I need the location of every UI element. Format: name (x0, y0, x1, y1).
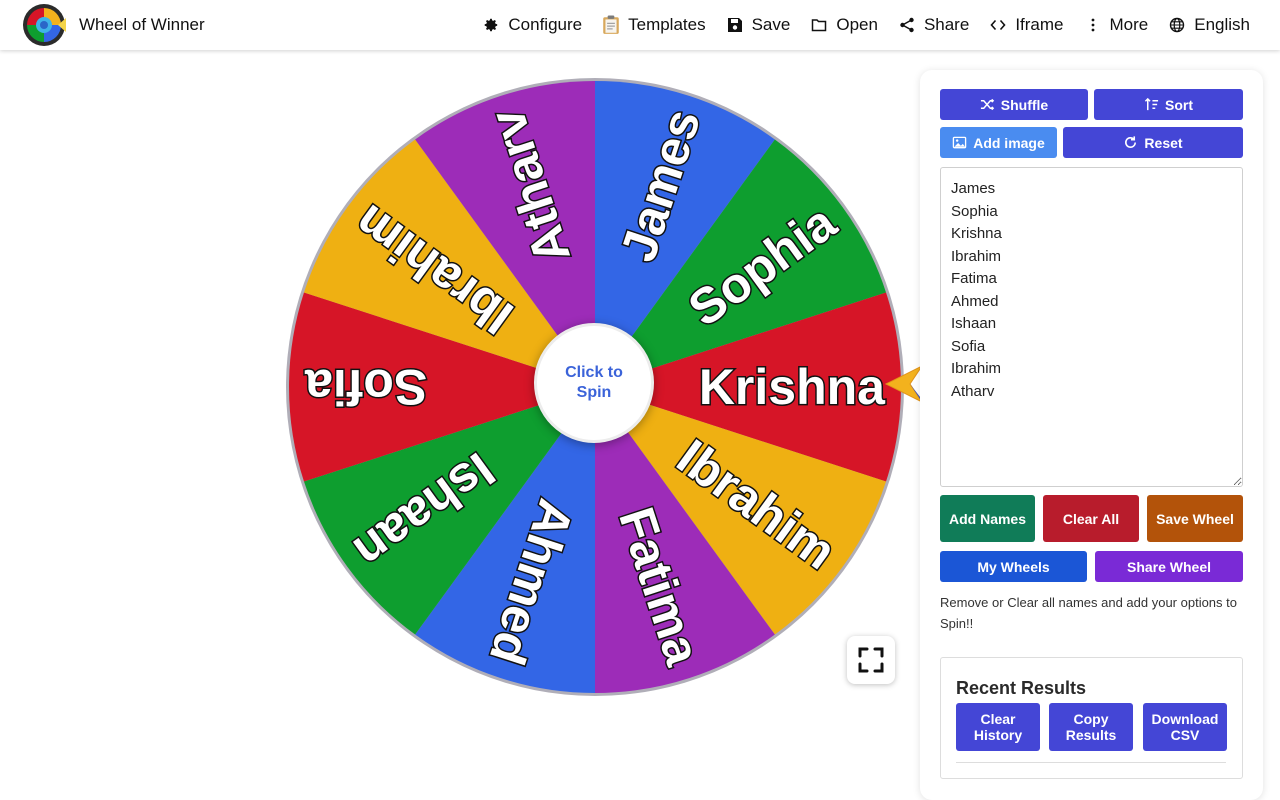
add-image-button[interactable]: Add image (940, 127, 1057, 158)
nav-save[interactable]: Save (716, 0, 801, 50)
my-wheels-button[interactable]: My Wheels (940, 551, 1087, 582)
nav-share[interactable]: Share (888, 0, 979, 50)
sort-label: Sort (1165, 96, 1193, 113)
fullscreen-button[interactable] (847, 636, 895, 684)
download-csv-button[interactable]: Download CSV (1143, 703, 1227, 751)
clear-history-button[interactable]: Clear History (956, 703, 1040, 751)
clipboard-icon (602, 15, 620, 34)
recent-results-title: Recent Results (956, 678, 1087, 698)
wheel-segment-label: Krishna (699, 359, 886, 415)
nav-iframe[interactable]: Iframe (979, 0, 1073, 50)
sort-icon (1144, 97, 1159, 112)
reset-label: Reset (1144, 134, 1183, 151)
save-wheel-button[interactable]: Save Wheel (1147, 495, 1243, 542)
wheel-segment-label: Sofia (304, 359, 427, 415)
share-wheel-button[interactable]: Share Wheel (1095, 551, 1243, 582)
download-csv-label: Download CSV (1151, 711, 1219, 743)
nav-share-label: Share (923, 15, 970, 34)
copy-results-button[interactable]: Copy Results (1049, 703, 1133, 751)
instructions-text: Remove or Clear all names and add your o… (940, 595, 1237, 631)
nav-open[interactable]: Open (800, 0, 888, 50)
nav-more[interactable]: More (1074, 0, 1159, 50)
my-wheels-label: My Wheels (977, 558, 1050, 575)
image-icon (952, 135, 967, 150)
nav-configure[interactable]: Configure (472, 0, 592, 50)
more-vertical-icon (1084, 16, 1102, 34)
clear-all-label: Clear All (1062, 510, 1120, 527)
nav-iframe-label: Iframe (1015, 15, 1064, 34)
results-divider (956, 762, 1226, 763)
nav-templates-label: Templates (628, 15, 706, 34)
share-wheel-label: Share Wheel (1126, 558, 1212, 575)
copy-results-label: Copy Results (1065, 711, 1117, 743)
spin-label-line2: Spin (576, 384, 612, 401)
logo-wheel-icon (23, 4, 66, 46)
folder-icon (810, 16, 828, 34)
names-panel: Shuffle Sort Add image Reset Add Names C… (920, 70, 1263, 800)
code-icon (989, 16, 1007, 34)
globe-icon (1168, 16, 1186, 34)
clear-all-button[interactable]: Clear All (1043, 495, 1139, 542)
clear-history-label: Clear History (973, 711, 1023, 743)
nav-language-label: English (1194, 15, 1250, 34)
shuffle-button[interactable]: Shuffle (940, 89, 1088, 120)
nav-language[interactable]: English (1158, 0, 1260, 50)
nav-more-label: More (1109, 15, 1149, 34)
names-textarea[interactable] (940, 167, 1243, 487)
recent-results-card: Recent Results Clear History Copy Result… (940, 657, 1243, 779)
logo[interactable] (20, 3, 68, 47)
reset-button[interactable]: Reset (1063, 127, 1243, 158)
click-to-spin-button[interactable]: Click to Spin (534, 323, 654, 443)
fullscreen-icon (858, 647, 884, 673)
reset-icon (1123, 135, 1138, 150)
save-wheel-label: Save Wheel (1156, 510, 1234, 527)
shuffle-label: Shuffle (1000, 96, 1049, 113)
share-icon (898, 16, 916, 34)
nav-save-label: Save (751, 15, 791, 34)
top-nav-bar: Wheel of Winner Configure Templates Save… (0, 0, 1280, 50)
nav-templates[interactable]: Templates (592, 0, 715, 50)
nav-configure-label: Configure (508, 15, 583, 34)
shuffle-icon (980, 97, 995, 112)
nav-open-label: Open (836, 15, 878, 34)
floppy-icon (726, 16, 744, 34)
spin-wheel[interactable]: James Sophia Krishna Ibrahim Fatima Ahmed Isha… (280, 72, 910, 702)
add-names-label: Add Names (948, 510, 1027, 527)
gear-icon (482, 16, 500, 34)
add-image-label: Add image (973, 134, 1045, 151)
spin-label-line1: Click to (565, 364, 623, 381)
add-names-button[interactable]: Add Names (940, 495, 1035, 542)
sort-button[interactable]: Sort (1094, 89, 1243, 120)
app-title: Wheel of Winner (79, 15, 205, 34)
nav-menu: Configure Templates Save Open Share Ifra… (472, 0, 1260, 50)
